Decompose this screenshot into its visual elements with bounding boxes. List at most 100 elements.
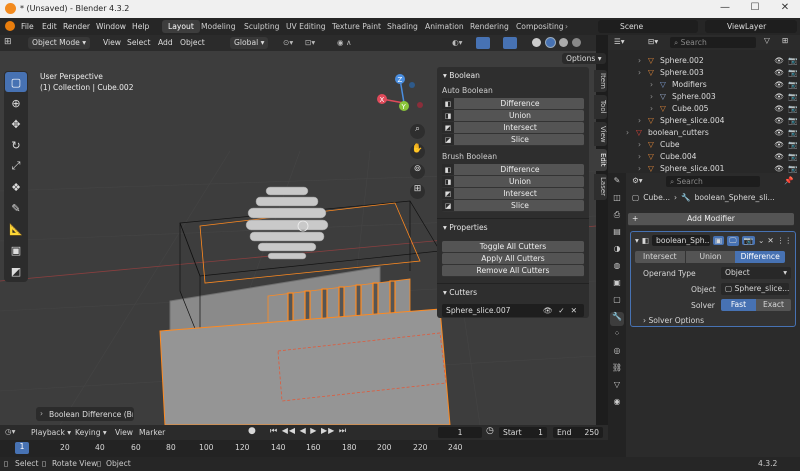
tab-laser[interactable]: Laser (594, 174, 607, 200)
tab-edit[interactable]: Edit (594, 149, 607, 171)
expand-arrow-icon[interactable]: › (626, 128, 636, 137)
overlays-toggle-icon[interactable] (503, 37, 517, 49)
apply-all-cutters-button[interactable]: Apply All Cutters (442, 253, 584, 265)
workspace-tab-modeling[interactable]: Modeling (195, 20, 242, 33)
close-button[interactable]: ✕ (770, 2, 800, 13)
outliner-row[interactable]: › ▽ Sphere_slice.004 👁 📷 (608, 114, 800, 126)
expand-arrow-icon[interactable]: › (638, 68, 648, 77)
outliner-editor-icon[interactable]: ☰▾ (614, 37, 625, 46)
menu-window[interactable]: Window (96, 22, 126, 31)
render-camera-icon[interactable]: 📷 (788, 116, 800, 125)
measure-tool-icon[interactable]: 📐 (5, 219, 27, 239)
workspace-tab-sculpting[interactable]: Sculpting (238, 20, 285, 33)
eye-icon[interactable]: 👁 (543, 306, 553, 315)
auto-intersect-button[interactable]: ◩ Intersect (442, 122, 584, 134)
wireframe-shading-icon[interactable] (532, 38, 541, 47)
properties-section-header[interactable]: ▾ Properties (437, 219, 589, 235)
visibility-eye-icon[interactable]: 👁 (774, 140, 788, 149)
proportional-edit-icon[interactable]: ◉ ∧ (337, 38, 352, 47)
outliner-row[interactable]: › ▽ Cube 👁 📷 (608, 138, 800, 150)
editor-type-icon[interactable]: ⊞ (4, 37, 12, 47)
workspace-scroll-icon[interactable]: › (565, 22, 568, 31)
end-frame-field[interactable]: End 250 (553, 427, 603, 438)
visibility-eye-icon[interactable]: 👁 (774, 116, 788, 125)
solver-options-toggle[interactable]: › Solver Options (643, 316, 704, 325)
playback-controls[interactable]: ⏮ ◀◀ ◀ ▶ ▶▶ ⏭ (270, 426, 347, 436)
constraints-tab-icon[interactable]: ⛓ (610, 363, 624, 377)
modifier-name-field[interactable]: boolean_Sph... (652, 235, 710, 246)
workspace-tab-shading[interactable]: Shading (381, 20, 424, 33)
expand-arrow-icon[interactable]: › (638, 164, 648, 173)
auto-slice-button[interactable]: ◪ Slice (442, 134, 584, 146)
outliner-search-input[interactable]: ⌕ Search (670, 37, 756, 48)
rotate-tool-icon[interactable]: ↻ (5, 135, 27, 155)
edit-mode-toggle-icon[interactable]: ▣ (713, 236, 725, 245)
remove-all-cutters-button[interactable]: Remove All Cutters (442, 265, 584, 277)
drag-handle-icon[interactable]: ⋮⋮ (777, 236, 792, 245)
properties-search-input[interactable]: ⌕ Search (666, 176, 760, 187)
ortho-grid-icon[interactable]: ⊞ (410, 184, 425, 199)
minimize-button[interactable]: — (710, 2, 740, 13)
outliner-row[interactable]: › ▽ Sphere.003 👁 📷 (608, 90, 800, 102)
boolean-panel-header[interactable]: ▾ Boolean (437, 67, 589, 83)
dropdown-arrow-icon[interactable]: ⌄ (758, 236, 764, 245)
menu-file[interactable]: File (21, 22, 34, 31)
toggle-all-cutters-button[interactable]: Toggle All Cutters (442, 241, 584, 253)
viewport-options-button[interactable]: Options ▾ (562, 53, 606, 64)
visibility-eye-icon[interactable]: 👁 (774, 80, 788, 89)
tab-item[interactable]: Item (594, 70, 607, 92)
outliner-row[interactable]: › ▽ Sphere.002 👁 📷 (608, 54, 800, 66)
add-cube-tool-icon[interactable]: ▣ (5, 240, 27, 260)
record-icon[interactable]: ● (248, 426, 256, 436)
workspace-tab-rendering[interactable]: Rendering (464, 20, 515, 33)
object-field[interactable]: ▢ Sphere_slice... (721, 283, 789, 295)
pan-hand-icon[interactable]: ✋ (410, 144, 425, 159)
snap-icon[interactable]: ⊡▾ (305, 38, 315, 47)
orientation-dropdown[interactable]: Global ▾ (230, 37, 269, 49)
render-camera-icon[interactable]: 📷 (788, 128, 800, 137)
workspace-tab-compositing[interactable]: Compositing (510, 20, 570, 33)
brush-difference-button[interactable]: ◧ Difference (442, 164, 584, 176)
render-camera-icon[interactable]: 📷 (788, 56, 800, 65)
timeline-menu-keying[interactable]: Keying ▾ (75, 428, 107, 437)
visibility-eye-icon[interactable]: 👁 (774, 92, 788, 101)
object-tab-icon[interactable]: ▢ (610, 295, 624, 309)
viewport-menu-add[interactable]: Add (158, 38, 173, 47)
render-camera-icon[interactable]: 📷 (788, 104, 800, 113)
expand-arrow-icon[interactable]: › (638, 116, 648, 125)
timeline-area[interactable]: 1 20 40 60 80 100 120 140 160 180 200 22… (0, 440, 608, 457)
op-intersect-button[interactable]: Intersect (635, 251, 685, 263)
cutters-section-header[interactable]: ▾ Cutters (437, 284, 589, 300)
op-union-button[interactable]: Union (684, 251, 736, 263)
filter-icon[interactable]: ▽ (764, 36, 770, 45)
visibility-eye-icon[interactable]: 👁 (774, 164, 788, 173)
scale-tool-icon[interactable]: ⤢ (5, 156, 27, 176)
viewport-display-toggle-icon[interactable]: 🖵 (727, 235, 739, 246)
visibility-eye-icon[interactable]: 👁 (774, 152, 788, 161)
close-icon[interactable]: ✕ (571, 306, 577, 315)
clock-icon[interactable]: ◷ (486, 426, 494, 436)
outliner-row[interactable]: › ▽ Sphere.003 👁 📷 (608, 66, 800, 78)
collection-tab-icon[interactable]: ▣ (610, 278, 624, 292)
chevron-down-icon[interactable]: ▾ (635, 236, 639, 245)
timeline-menu-playback[interactable]: Playback ▾ (31, 428, 71, 437)
filter-display-icon[interactable]: ⊟▾ (648, 37, 658, 46)
timeline-menu-view[interactable]: View (115, 428, 133, 437)
cursor-tool-icon[interactable]: ⊕ (5, 93, 27, 113)
render-camera-icon[interactable]: 📷 (788, 140, 800, 149)
visibility-eye-icon[interactable]: 👁 (774, 128, 788, 137)
outliner-row[interactable]: › ▽ boolean_cutters 👁 📷 (608, 126, 800, 138)
expand-arrow-icon[interactable]: › (650, 92, 660, 101)
timeline-editor-icon[interactable]: ◷▾ (5, 427, 15, 436)
scene-tab-icon[interactable]: ◑ (610, 244, 624, 258)
auto-union-button[interactable]: ◨ Union (442, 110, 584, 122)
world-tab-icon[interactable]: ◍ (610, 261, 624, 275)
menu-edit[interactable]: Edit (42, 22, 57, 31)
expand-arrow-icon[interactable]: › (638, 140, 648, 149)
brush-slice-button[interactable]: ◪ Slice (442, 200, 584, 212)
last-operator-panel[interactable]: › Boolean Difference (Brus (36, 407, 134, 421)
viewport-menu-select[interactable]: Select (127, 38, 150, 47)
render-camera-icon[interactable]: 📷 (788, 92, 800, 101)
viewport-menu-view[interactable]: View (103, 38, 121, 47)
playhead[interactable]: 1 (15, 442, 29, 454)
